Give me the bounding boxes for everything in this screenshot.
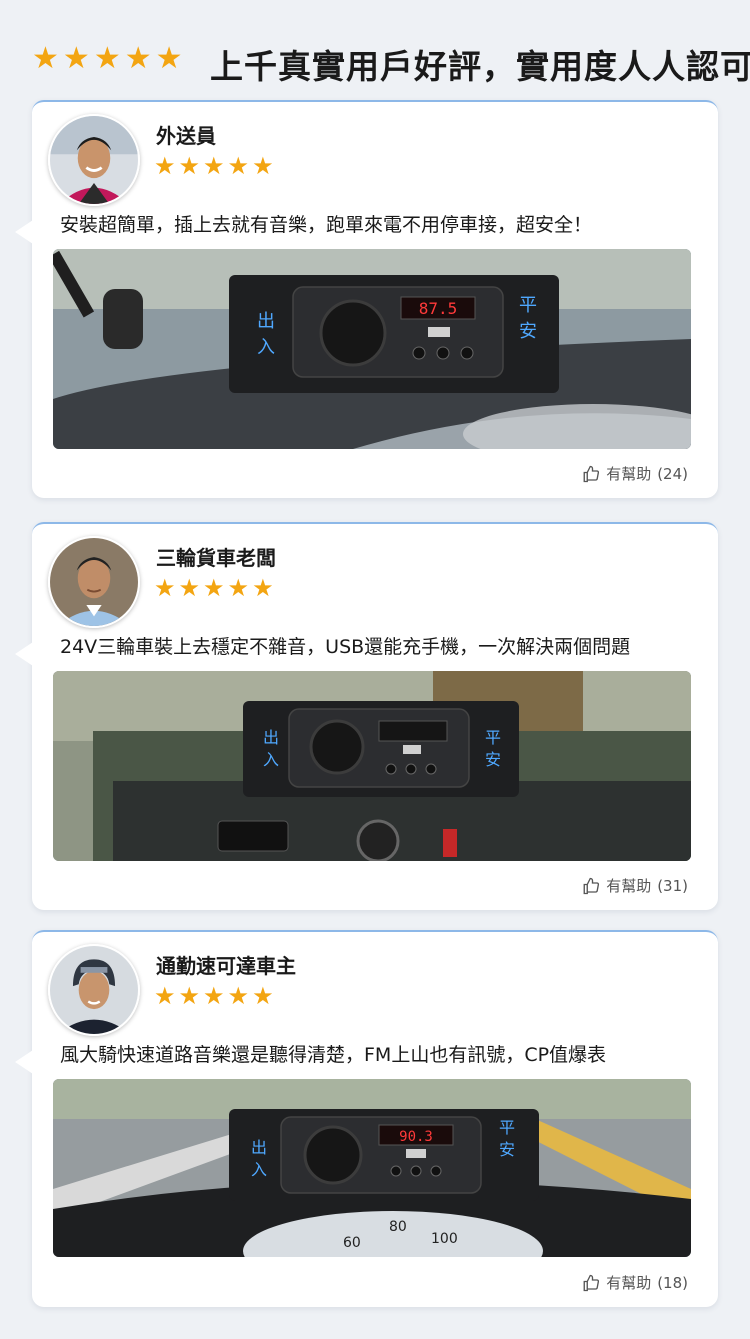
review-photo[interactable]: 87.5 出 入 平 安 [53, 249, 691, 449]
svg-text:入: 入 [257, 337, 275, 358]
reviewer-avatar [48, 536, 140, 628]
reviewer-name: 三輪貨車老闆 [156, 546, 276, 570]
helpful-button[interactable]: 有幫助 (31) [582, 875, 688, 896]
svg-text:平: 平 [485, 728, 501, 747]
thumbs-up-icon [583, 1274, 600, 1291]
svg-text:出: 出 [257, 311, 275, 332]
reviewer-avatar [48, 114, 140, 206]
review-card-1: 外送員 ★ ★ ★ ★ ★ 安裝超簡單，插上去就有音樂，跑單來電不用停車接，超安… [15, 100, 718, 498]
thumbs-up-icon [583, 465, 600, 482]
star-icon: ★ [154, 574, 176, 602]
star-icon: ★ [62, 41, 90, 76]
review-text: 24V三輪車裝上去穩定不雜音，USB還能充手機，一次解決兩個問題 [60, 636, 631, 658]
svg-text:入: 入 [251, 1160, 267, 1179]
star-icon: ★ [227, 152, 250, 180]
helpful-button[interactable]: 有幫助 (24) [582, 463, 688, 484]
star-icon: ★ [203, 982, 225, 1010]
svg-text:平: 平 [519, 295, 537, 316]
svg-text:安: 安 [519, 321, 537, 342]
star-icon: ★ [178, 152, 201, 180]
star-icon: ★ [93, 41, 121, 76]
svg-text:出: 出 [263, 728, 279, 747]
svg-text:入: 入 [263, 750, 279, 769]
star-icon: ★ [203, 152, 225, 180]
gauge-100-label: 100 [431, 1231, 458, 1247]
helpful-count: (24) [657, 464, 688, 483]
star-icon: ★ [252, 574, 274, 602]
star-icon: ★ [124, 41, 152, 76]
review-card-2: 三輪貨車老闆 ★ ★ ★ ★ ★ 24V三輪車裝上去穩定不雜音，USB還能充手機… [15, 522, 718, 910]
svg-text:平: 平 [499, 1118, 515, 1137]
helpful-label: 有幫助 [606, 877, 652, 895]
reviewer-rating-stars: ★ ★ ★ ★ ★ [154, 576, 274, 600]
review-photo[interactable]: 出 入 平 安 [53, 671, 691, 861]
review-text: 安裝超簡單，插上去就有音樂，跑單來電不用停車接，超安全！ [60, 214, 593, 236]
svg-text:安: 安 [485, 750, 501, 769]
star-icon: ★ [154, 982, 176, 1010]
helpful-count: (31) [657, 876, 688, 895]
svg-text:安: 安 [499, 1140, 515, 1159]
helpful-count: (18) [657, 1273, 688, 1292]
reviewer-rating-stars: ★ ★ ★ ★ ★ [154, 984, 274, 1008]
review-card-3: 通勤速可達車主 ★ ★ ★ ★ ★ 風大騎快速道路音樂還是聽得清楚，FM上山也有… [15, 930, 718, 1307]
helpful-label: 有幫助 [606, 465, 652, 483]
page-title: 上千真實用戶好評，實用度人人認可 [210, 47, 750, 86]
star-icon: ★ [227, 574, 250, 602]
helpful-button[interactable]: 有幫助 (18) [582, 1272, 688, 1293]
fm-display-text: 87.5 [419, 299, 458, 318]
thumbs-up-icon [583, 877, 600, 894]
star-icon: ★ [154, 152, 176, 180]
helpful-label: 有幫助 [606, 1274, 652, 1292]
star-icon: ★ [32, 41, 59, 76]
review-text: 風大騎快速道路音樂還是聽得清楚，FM上山也有訊號，CP值爆表 [60, 1044, 607, 1066]
header-rating-stars: ★ ★ ★ ★ ★ [32, 44, 183, 74]
reviewer-avatar [48, 944, 140, 1036]
star-icon: ★ [227, 982, 250, 1010]
star-icon: ★ [178, 982, 201, 1010]
review-photo[interactable]: 60 80 100 90.3 出 入 平 安 [53, 1079, 691, 1257]
reviewer-name: 外送員 [156, 124, 216, 148]
gauge-80-label: 80 [389, 1219, 407, 1235]
star-icon: ★ [178, 574, 201, 602]
star-icon: ★ [203, 574, 225, 602]
star-icon: ★ [252, 982, 274, 1010]
star-icon: ★ [155, 41, 183, 76]
fm-display-text: 90.3 [399, 1129, 433, 1145]
svg-text:出: 出 [251, 1138, 267, 1157]
star-icon: ★ [252, 152, 274, 180]
page-header: ★ ★ ★ ★ ★ 上千真實用戶好評，實用度人人認可 [0, 0, 750, 100]
gauge-60-label: 60 [343, 1235, 361, 1251]
reviewer-rating-stars: ★ ★ ★ ★ ★ [154, 154, 274, 178]
reviewer-name: 通勤速可達車主 [156, 954, 296, 978]
